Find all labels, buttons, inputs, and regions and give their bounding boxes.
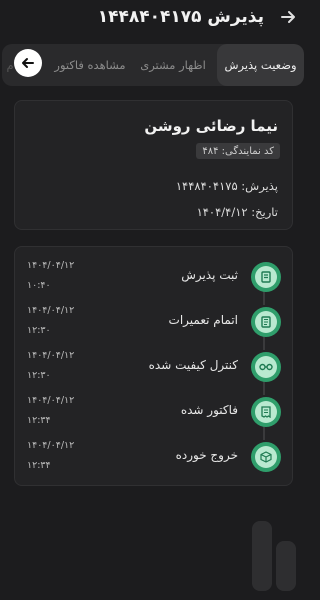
document-icon (255, 266, 277, 288)
step-time: ۱۲:۳۰ (27, 325, 51, 336)
step-indicator (251, 442, 281, 472)
step-label: کنترل کیفیت شده (148, 358, 238, 372)
tab-scroll-button[interactable] (14, 49, 42, 77)
step-date: ۱۴۰۴/۰۴/۱۲ (27, 395, 75, 406)
timeline-step: ۱۴۰۴/۰۴/۱۲ ۱۲:۳۰ اتمام تعمیرات (15, 302, 294, 346)
step-label: ثبت پذیرش (181, 268, 238, 282)
step-label: خروج خورده (175, 448, 238, 462)
step-indicator (251, 397, 281, 427)
timeline-step: ۱۴۰۴/۰۴/۱۲ ۱۲:۳۴ فاکتور شده (15, 392, 294, 436)
status-timeline: ۱۴۰۴/۰۴/۱۲ ۱۰:۴۰ ثبت پذیرش ۱۴۰۴/۰۴/۱۲ ۱۲… (14, 246, 293, 486)
invoice-icon (255, 401, 277, 423)
step-date: ۱۴۰۴/۰۴/۱۲ (27, 440, 75, 451)
box-icon (255, 446, 277, 468)
customer-name: نیما رضائی روشن (144, 117, 278, 135)
tab-view-invoice[interactable]: مشاهده فاکتور (50, 44, 130, 86)
step-time: ۱۰:۴۰ (27, 280, 51, 291)
step-time: ۱۲:۳۴ (27, 415, 51, 426)
agent-code-badge: کد نمایندگی: ۴۸۴ (196, 143, 280, 159)
reception-info-card: نیما رضائی روشن کد نمایندگی: ۴۸۴ پذیرش: … (14, 100, 293, 230)
tab-reception-status[interactable]: وضعیت پذیرش (217, 44, 304, 86)
step-date: ۱۴۰۴/۰۴/۱۲ (27, 260, 75, 271)
step-date: ۱۴۰۴/۰۴/۱۲ (27, 305, 75, 316)
step-indicator (251, 307, 281, 337)
timeline-step: ۱۴۰۴/۰۴/۱۲ ۱۲:۳۴ خروج خورده (15, 437, 294, 481)
glasses-icon (255, 356, 277, 378)
app-header: پذیرش ۱۴۴۸۴۰۴۱۷۵ (0, 0, 306, 34)
step-indicator (251, 352, 281, 382)
page-title: پذیرش ۱۴۴۸۴۰۴۱۷۵ (97, 7, 264, 27)
step-date: ۱۴۰۴/۰۴/۱۲ (27, 350, 75, 361)
arrow-left-icon (22, 58, 34, 68)
timeline-step: ۱۴۰۴/۰۴/۱۲ ۱۲:۳۰ کنترل کیفیت شده (15, 347, 294, 391)
reception-date: تاریخ: ۱۴۰۴/۴/۱۲ (196, 205, 278, 219)
step-time: ۱۲:۳۰ (27, 370, 51, 381)
logo-watermark (248, 515, 300, 595)
arrow-right-icon[interactable] (278, 7, 298, 27)
tab-bar: وضعیت پذیرش اظهار مشتری مشاهده فاکتور م (2, 44, 304, 86)
reception-number: پذیرش: ۱۴۴۸۴۰۴۱۷۵ (175, 179, 278, 193)
step-time: ۱۲:۳۴ (27, 460, 51, 471)
document-list-icon (255, 311, 277, 333)
step-label: اتمام تعمیرات (168, 313, 238, 327)
step-label: فاکتور شده (180, 403, 238, 417)
timeline-step: ۱۴۰۴/۰۴/۱۲ ۱۰:۴۰ ثبت پذیرش (15, 257, 294, 301)
tab-customer-statement[interactable]: اظهار مشتری (137, 44, 209, 86)
step-indicator (251, 262, 281, 292)
